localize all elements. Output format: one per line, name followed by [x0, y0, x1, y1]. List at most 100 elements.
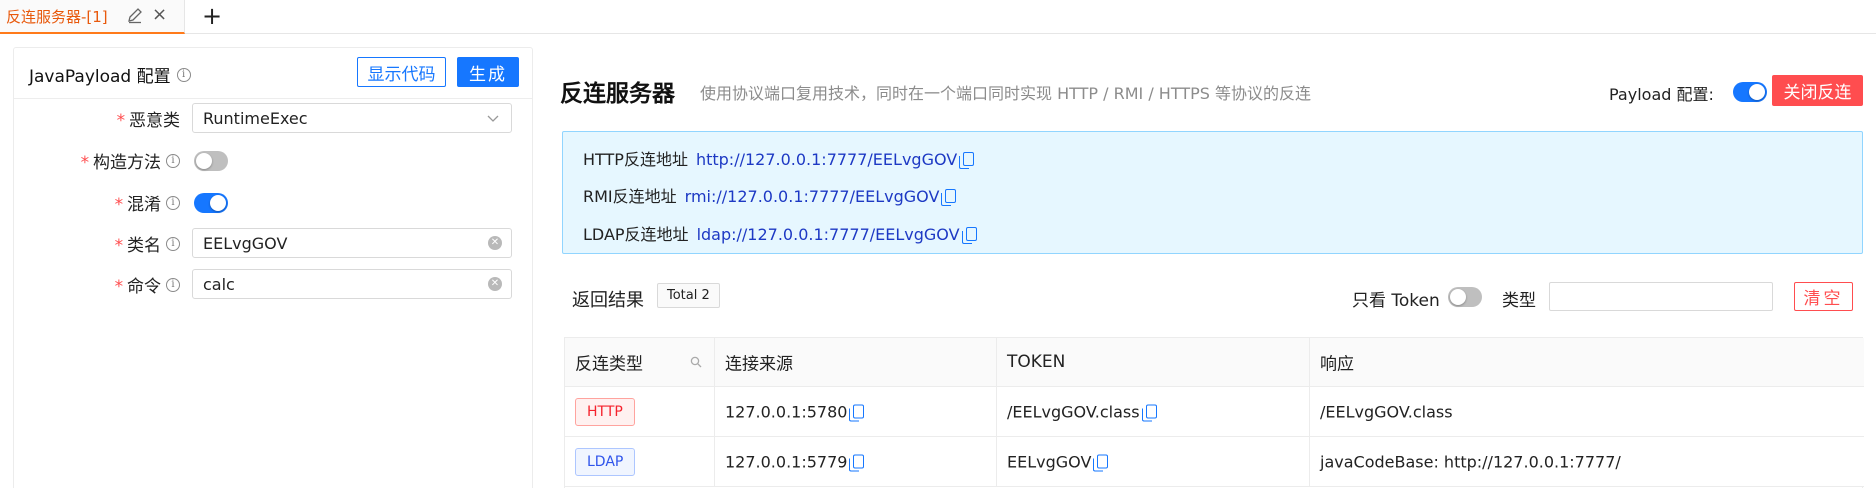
info-icon[interactable]: i	[166, 154, 180, 168]
info-icon[interactable]: i	[176, 68, 191, 82]
label-text: 构造方法	[93, 153, 161, 173]
copy-icon[interactable]	[959, 152, 975, 169]
switch-knob	[210, 195, 226, 211]
table-row[interactable]: LDAP 127.0.0.1:5779 EELvgGOV javaCodeBas…	[565, 437, 1864, 487]
source-cell: 127.0.0.1:5779	[715, 437, 997, 486]
total-badge: Total 2	[657, 283, 720, 308]
token-cell: EELvgGOV	[997, 437, 1310, 486]
generate-button[interactable]: 生成	[457, 57, 519, 87]
source-text: 127.0.0.1:5779	[725, 452, 848, 471]
select-value: RuntimeExec	[203, 109, 308, 128]
address-url[interactable]: ldap://127.0.0.1:7777/EELvgGOV	[697, 225, 960, 244]
switch-knob	[1450, 289, 1466, 305]
label-text: 混淆	[127, 195, 161, 215]
label-text: 命令	[127, 277, 161, 297]
required-mark: *	[113, 277, 124, 297]
cell-value: /EELvgGOV.class	[1007, 402, 1157, 421]
copy-icon[interactable]	[941, 189, 957, 206]
input-value: EELvgGOV	[203, 234, 288, 253]
field-label-class-name: * 类名 i	[114, 231, 180, 256]
table-header: 反连类型 连接来源 TOKEN 响应	[565, 338, 1864, 387]
copy-icon[interactable]	[961, 227, 977, 244]
required-mark: *	[113, 195, 124, 215]
header-text: 响应	[1320, 354, 1354, 375]
copy-icon[interactable]	[1141, 404, 1157, 421]
header-text: 连接来源	[725, 354, 793, 375]
results-table: 反连类型 连接来源 TOKEN 响应 HTTP 127.0.0.1:5780 /…	[564, 337, 1864, 488]
chevron-down-icon	[487, 115, 499, 122]
table-row[interactable]: HTTP 127.0.0.1:5780 /EELvgGOV.class /EEL…	[565, 387, 1864, 437]
protocol-badge: LDAP	[575, 447, 636, 476]
column-header-response: 响应	[1310, 338, 1864, 386]
search-icon[interactable]	[690, 356, 702, 368]
payload-config-switch[interactable]	[1733, 82, 1767, 102]
http-address-row: HTTP反连地址 http://127.0.0.1:7777/EELvgGOV	[583, 146, 975, 170]
reverse-address-box: HTTP反连地址 http://127.0.0.1:7777/EELvgGOV R…	[562, 131, 1863, 254]
add-tab-icon[interactable]: +	[200, 2, 224, 30]
copy-icon[interactable]	[849, 404, 865, 421]
type-filter-input[interactable]	[1549, 282, 1773, 311]
cell-value: javaCodeBase: http://127.0.0.1:7777/	[1320, 452, 1621, 471]
type-cell: HTTP	[565, 387, 715, 436]
token-text: EELvgGOV	[1007, 452, 1092, 471]
info-icon[interactable]: i	[166, 237, 180, 251]
close-icon[interactable]: ×	[152, 5, 168, 25]
info-icon[interactable]: i	[166, 196, 180, 210]
label-text: 恶意类	[129, 111, 180, 131]
address-label: RMI反连地址	[583, 187, 677, 206]
address-url[interactable]: rmi://127.0.0.1:7777/EELvgGOV	[685, 187, 940, 206]
label-text: 类名	[127, 236, 161, 256]
type-filter-label: 类型	[1502, 291, 1536, 311]
address-label: HTTP反连地址	[583, 150, 688, 169]
required-mark: *	[115, 111, 126, 131]
copy-icon[interactable]	[849, 454, 865, 471]
token-cell: /EELvgGOV.class	[997, 387, 1310, 436]
class-name-input[interactable]: EELvgGOV ✕	[192, 228, 512, 258]
close-reverse-button[interactable]: 关闭反连	[1772, 75, 1863, 106]
input-value: calc	[203, 275, 235, 294]
page-subtitle: 使用协议端口复用技术，同时在一个端口同时实现 HTTP / RMI / HTTP…	[700, 84, 1311, 103]
info-icon[interactable]: i	[166, 278, 180, 292]
show-code-button[interactable]: 显示代码	[357, 57, 446, 87]
address-url[interactable]: http://127.0.0.1:7777/EELvgGOV	[696, 150, 957, 169]
malicious-class-select[interactable]: RuntimeExec	[192, 103, 512, 133]
field-label-constructor: * 构造方法 i	[80, 148, 180, 173]
rmi-address-row: RMI反连地址 rmi://127.0.0.1:7777/EELvgGOV	[583, 183, 957, 207]
field-label-malicious-class: * 恶意类	[116, 106, 180, 131]
clear-results-button[interactable]: 清空	[1794, 282, 1853, 311]
type-cell: LDAP	[565, 437, 715, 486]
payload-config-label: Payload 配置:	[1609, 85, 1714, 104]
response-cell: /EELvgGOV.class	[1310, 387, 1864, 436]
column-header-token: TOKEN	[997, 338, 1310, 386]
constructor-switch[interactable]	[194, 151, 228, 171]
cell-value: EELvgGOV	[1007, 452, 1109, 471]
clear-icon[interactable]: ✕	[488, 236, 502, 250]
results-title: 返回结果	[572, 290, 644, 311]
cell-value: 127.0.0.1:5779	[725, 452, 865, 471]
command-input[interactable]: calc ✕	[192, 269, 512, 299]
required-mark: *	[79, 153, 90, 173]
tab-title: 反连服务器-[1]	[6, 7, 108, 26]
switch-knob	[1749, 84, 1765, 100]
switch-knob	[196, 153, 212, 169]
clear-icon[interactable]: ✕	[488, 277, 502, 291]
source-text: 127.0.0.1:5780	[725, 402, 848, 421]
field-label-command: * 命令 i	[114, 272, 180, 297]
tab-reverse-server[interactable]: 反连服务器-[1] ×	[0, 0, 185, 34]
cell-value: /EELvgGOV.class	[1320, 402, 1453, 421]
header-text: 反连类型	[575, 354, 643, 375]
tab-bar: 反连服务器-[1] × +	[0, 0, 1876, 34]
edit-icon[interactable]	[126, 6, 144, 24]
obfuscate-switch[interactable]	[194, 193, 228, 213]
field-label-obfuscate: * 混淆 i	[114, 190, 180, 215]
column-header-source: 连接来源	[715, 338, 997, 386]
protocol-badge: HTTP	[575, 397, 635, 426]
token-only-label: 只看 Token	[1352, 291, 1440, 311]
copy-icon[interactable]	[1093, 454, 1109, 471]
column-header-type[interactable]: 反连类型	[565, 338, 715, 386]
ldap-address-row: LDAP反连地址 ldap://127.0.0.1:7777/EELvgGOV	[583, 221, 977, 245]
required-mark: *	[113, 236, 124, 256]
page-title: 反连服务器	[560, 81, 675, 107]
source-cell: 127.0.0.1:5780	[715, 387, 997, 436]
token-only-switch[interactable]	[1448, 287, 1482, 307]
